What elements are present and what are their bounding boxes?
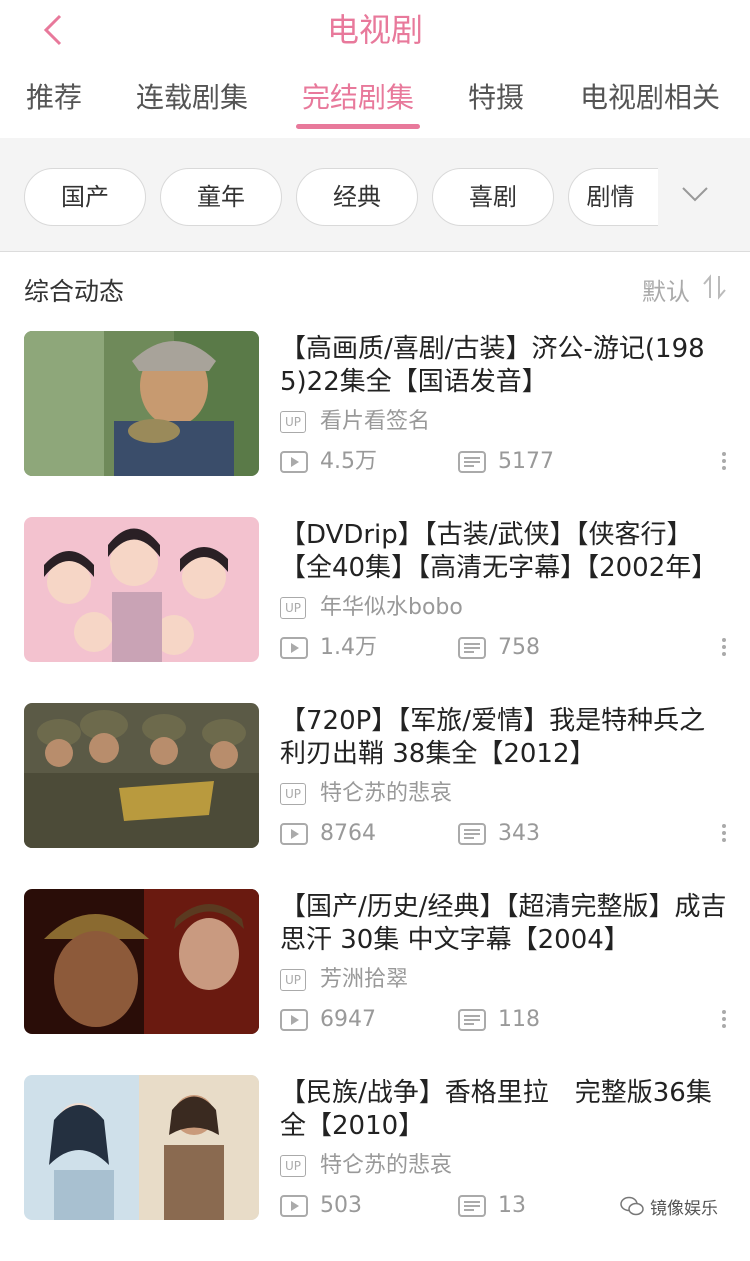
danmaku-count-icon — [458, 637, 486, 659]
play-count-icon — [280, 1009, 308, 1031]
danmaku-count: 5177 — [498, 449, 554, 474]
video-list-item[interactable]: 【高画质/喜剧/古装】济公-游记(1985)22集全【国语发音】 UP 看片看签… — [0, 331, 750, 517]
danmaku-count: 118 — [498, 1007, 540, 1032]
danmaku-count: 343 — [498, 821, 540, 846]
watermark: 镜像娱乐 — [620, 1192, 746, 1220]
danmaku-count-icon — [458, 1009, 486, 1031]
play-count: 503 — [320, 1193, 362, 1218]
video-stats: 1.4万 758 — [280, 635, 740, 665]
play-count-icon — [280, 1195, 308, 1217]
video-thumbnail[interactable] — [24, 331, 259, 476]
filter-chip[interactable]: 童年 — [160, 168, 282, 226]
filter-chip[interactable]: 国产 — [24, 168, 146, 226]
play-count: 1.4万 — [320, 635, 377, 660]
tab-tv-related[interactable]: 电视剧相关 — [580, 76, 720, 120]
play-count: 4.5万 — [320, 449, 377, 474]
video-thumbnail[interactable] — [24, 703, 259, 848]
video-list-item[interactable]: 【DVDrip】【古装/武侠】【侠客行】【全40集】【高清无字幕】【2002年】… — [0, 517, 750, 703]
video-thumbnail[interactable] — [24, 517, 259, 662]
danmaku-count-icon — [458, 451, 486, 473]
chevron-down-icon — [682, 187, 708, 202]
uploader-name[interactable]: 特仑苏的悲哀 — [320, 1153, 452, 1179]
uploader-name[interactable]: 年华似水bobo — [320, 595, 463, 621]
danmaku-count-icon — [458, 1195, 486, 1217]
uploader-name[interactable]: 特仑苏的悲哀 — [320, 781, 452, 807]
page-title: 电视剧 — [326, 11, 423, 49]
filter-chip[interactable]: 剧情 — [568, 168, 658, 226]
tab-ongoing[interactable]: 连载剧集 — [136, 76, 248, 120]
video-thumbnail[interactable] — [24, 1075, 259, 1220]
expand-filters-button[interactable] — [660, 168, 730, 226]
video-title[interactable]: 【720P】【军旅/爱情】我是特种兵之利刃出鞘 38集全【2012】 — [280, 705, 730, 771]
uploader-name[interactable]: 看片看签名 — [320, 409, 430, 435]
video-stats: 4.5万 5177 — [280, 449, 740, 479]
watermark-text: 镜像娱乐 — [650, 1199, 718, 1219]
section-title: 综合动态 — [24, 277, 125, 306]
more-options-icon[interactable] — [719, 449, 729, 479]
top-bar: 电视剧 推荐 连载剧集 完结剧集 特摄 电视剧相关 — [0, 0, 750, 138]
sort-button[interactable]: 默认 — [642, 272, 690, 307]
uploader-name[interactable]: 芳洲拾翠 — [320, 967, 408, 993]
video-title[interactable]: 【高画质/喜剧/古装】济公-游记(1985)22集全【国语发音】 — [280, 333, 730, 399]
sort-icon[interactable] — [700, 274, 730, 300]
tab-completed[interactable]: 完结剧集 — [302, 76, 414, 120]
video-stats: 8764 343 — [280, 821, 740, 851]
play-count: 6947 — [320, 1007, 376, 1032]
up-badge-icon: UP — [280, 969, 306, 991]
tab-recommend[interactable]: 推荐 — [26, 76, 82, 120]
video-list-item[interactable]: 【民族/战争】香格里拉 完整版36集全【2010】 UP 特仑苏的悲哀 503 … — [0, 1075, 750, 1261]
up-badge-icon: UP — [280, 783, 306, 805]
video-title[interactable]: 【国产/历史/经典】【超清完整版】成吉思汗 30集 中文字幕【2004】 — [280, 891, 730, 957]
video-list-item[interactable]: 【国产/历史/经典】【超清完整版】成吉思汗 30集 中文字幕【2004】 UP … — [0, 889, 750, 1075]
active-tab-indicator — [296, 124, 420, 129]
video-title[interactable]: 【民族/战争】香格里拉 完整版36集全【2010】 — [280, 1077, 730, 1143]
tab-tokusatsu[interactable]: 特摄 — [468, 76, 524, 120]
more-options-icon[interactable] — [719, 1007, 729, 1037]
section-header: 综合动态 默认 — [0, 252, 750, 326]
danmaku-count: 758 — [498, 635, 540, 660]
up-badge-icon: UP — [280, 1155, 306, 1177]
video-list-item[interactable]: 【720P】【军旅/爱情】我是特种兵之利刃出鞘 38集全【2012】 UP 特仑… — [0, 703, 750, 889]
danmaku-count-icon — [458, 823, 486, 845]
more-options-icon[interactable] — [719, 821, 729, 851]
up-badge-icon: UP — [280, 411, 306, 433]
wechat-icon — [620, 1196, 644, 1216]
play-count-icon — [280, 823, 308, 845]
category-tabs: 推荐 连载剧集 完结剧集 特摄 电视剧相关 — [0, 76, 750, 128]
filter-bar: 国产 童年 经典 喜剧 剧情 — [0, 138, 750, 252]
filter-chip[interactable]: 经典 — [296, 168, 418, 226]
video-title[interactable]: 【DVDrip】【古装/武侠】【侠客行】【全40集】【高清无字幕】【2002年】 — [280, 519, 730, 585]
video-stats: 6947 118 — [280, 1007, 740, 1037]
danmaku-count: 13 — [498, 1193, 526, 1218]
up-badge-icon: UP — [280, 597, 306, 619]
video-thumbnail[interactable] — [24, 889, 259, 1034]
more-options-icon[interactable] — [719, 635, 729, 665]
filter-chip[interactable]: 喜剧 — [432, 168, 554, 226]
play-count-icon — [280, 451, 308, 473]
play-count: 8764 — [320, 821, 376, 846]
play-count-icon — [280, 637, 308, 659]
